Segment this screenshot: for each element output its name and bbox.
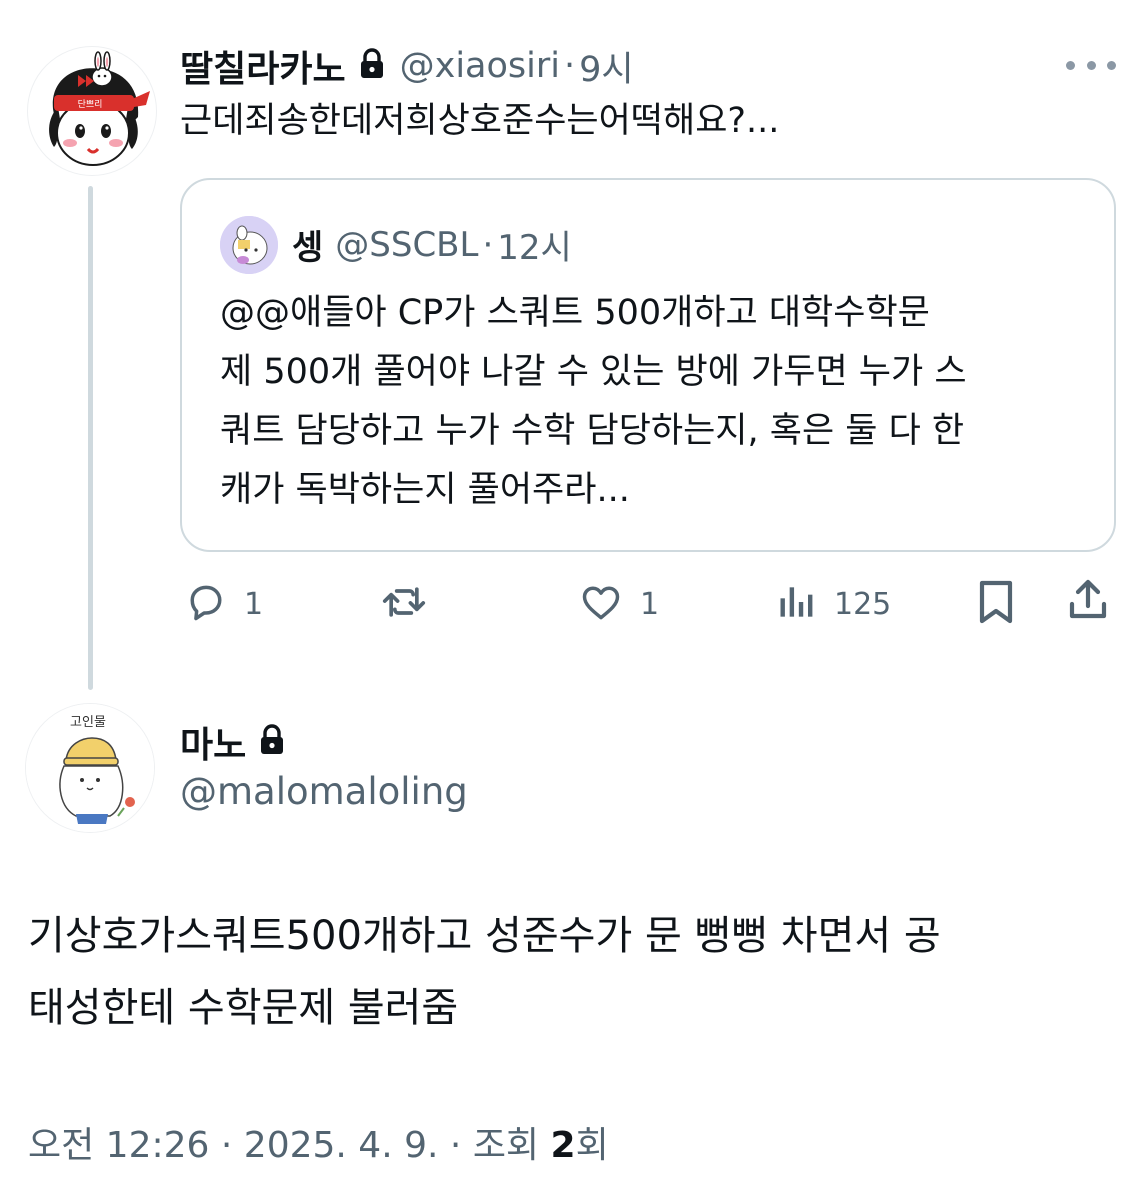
lock-icon bbox=[358, 48, 386, 84]
quoted-display-name[interactable]: 셍 bbox=[292, 220, 323, 269]
post-time[interactable]: 오전 12:26 bbox=[28, 1125, 209, 1166]
quoter-header: 딸칠라카노 @xiaosiri · 9시 bbox=[180, 40, 634, 92]
quoter-time[interactable]: 9시 bbox=[579, 41, 633, 92]
more-dots-icon bbox=[1086, 60, 1096, 70]
quoted-text-line: 캐가 독박하는지 풀어주라... bbox=[220, 470, 630, 510]
reply-count: 1 bbox=[244, 586, 264, 622]
bookmark-button[interactable] bbox=[976, 578, 1016, 630]
like-button[interactable]: 1 bbox=[578, 580, 659, 628]
retweet-button[interactable] bbox=[380, 580, 444, 628]
quoted-text-line: 제 500개 풀어야 나갈 수 있는 방에 가두면 누가 스 bbox=[220, 352, 967, 392]
author-tweet-text: 기상호가스쿼트500개하고 성준수가 문 뻥뻥 차면서 공 태성한테 수학문제 … bbox=[28, 900, 1118, 1044]
author-header: 마노 bbox=[180, 716, 286, 768]
quoted-tweet-text: @@애들아 CP가 스쿼트 500개하고 대학수학문 제 500개 풀어야 나갈… bbox=[220, 284, 1100, 520]
analytics-icon bbox=[776, 580, 818, 628]
more-options-button[interactable] bbox=[1066, 50, 1116, 80]
author-text-line: 태성한테 수학문제 불러줌 bbox=[28, 985, 459, 1031]
quoted-text-line: @@애들아 CP가 스쿼트 500개하고 대학수학문 bbox=[220, 293, 930, 333]
heart-icon bbox=[578, 580, 624, 628]
views-button[interactable]: 125 bbox=[776, 580, 891, 628]
quoted-time[interactable]: 12시 bbox=[497, 220, 572, 269]
author-handle[interactable]: @malomaloling bbox=[180, 770, 468, 813]
retweet-icon bbox=[380, 580, 428, 628]
separator-dot: · bbox=[563, 46, 576, 86]
views-label: 조회 bbox=[472, 1125, 540, 1166]
tweet-meta: 오전 12:26 · 2025. 4. 9. · 조회 2회 bbox=[28, 1116, 609, 1168]
views-count: 125 bbox=[834, 586, 892, 622]
separator-dot: · bbox=[220, 1125, 233, 1166]
reply-icon bbox=[184, 580, 228, 628]
quoter-handle[interactable]: @xiaosiri bbox=[400, 46, 560, 86]
reply-button[interactable]: 1 bbox=[184, 580, 263, 628]
like-count: 1 bbox=[640, 586, 660, 622]
more-dots-icon bbox=[1066, 60, 1075, 70]
views-suffix: 회 bbox=[575, 1125, 609, 1166]
svg-text:단쁘리: 단쁘리 bbox=[78, 99, 103, 110]
post-date[interactable]: 2025. 4. 9. bbox=[244, 1125, 439, 1166]
separator-dot: · bbox=[449, 1125, 462, 1166]
quoted-handle[interactable]: @SSCBL bbox=[335, 225, 478, 265]
author-text-line: 기상호가스쿼트500개하고 성준수가 문 뻥뻥 차면서 공 bbox=[28, 913, 941, 959]
svg-text:고인물: 고인물 bbox=[70, 715, 106, 730]
more-dots-icon bbox=[1107, 60, 1116, 70]
share-button[interactable] bbox=[1066, 576, 1110, 628]
author-display-name[interactable]: 마노 bbox=[180, 716, 246, 768]
quoted-header: 셍 @SSCBL · 12시 bbox=[292, 220, 572, 269]
quoter-avatar[interactable]: 단쁘리 bbox=[27, 46, 157, 176]
author-handle-row: @malomaloling bbox=[180, 770, 468, 813]
thread-line bbox=[88, 186, 93, 690]
views-total: 2 bbox=[550, 1125, 576, 1166]
quoter-display-name[interactable]: 딸칠라카노 bbox=[180, 40, 346, 92]
quoted-avatar bbox=[220, 216, 278, 274]
quoted-tweet-card[interactable]: 셍 @SSCBL · 12시 @@애들아 CP가 스쿼트 500개하고 대학수학… bbox=[180, 178, 1116, 552]
author-avatar[interactable]: 고인물 bbox=[25, 703, 155, 833]
quoter-tweet-text: 근데죄송한데저희상호준수는어떡해요?... bbox=[180, 101, 780, 141]
share-icon bbox=[1066, 576, 1110, 628]
quoted-text-line: 쿼트 담당하고 누가 수학 담당하는지, 혹은 둘 다 한 bbox=[220, 411, 965, 451]
lock-icon bbox=[258, 724, 286, 760]
bookmark-icon bbox=[976, 578, 1016, 630]
separator-dot: · bbox=[482, 224, 494, 265]
